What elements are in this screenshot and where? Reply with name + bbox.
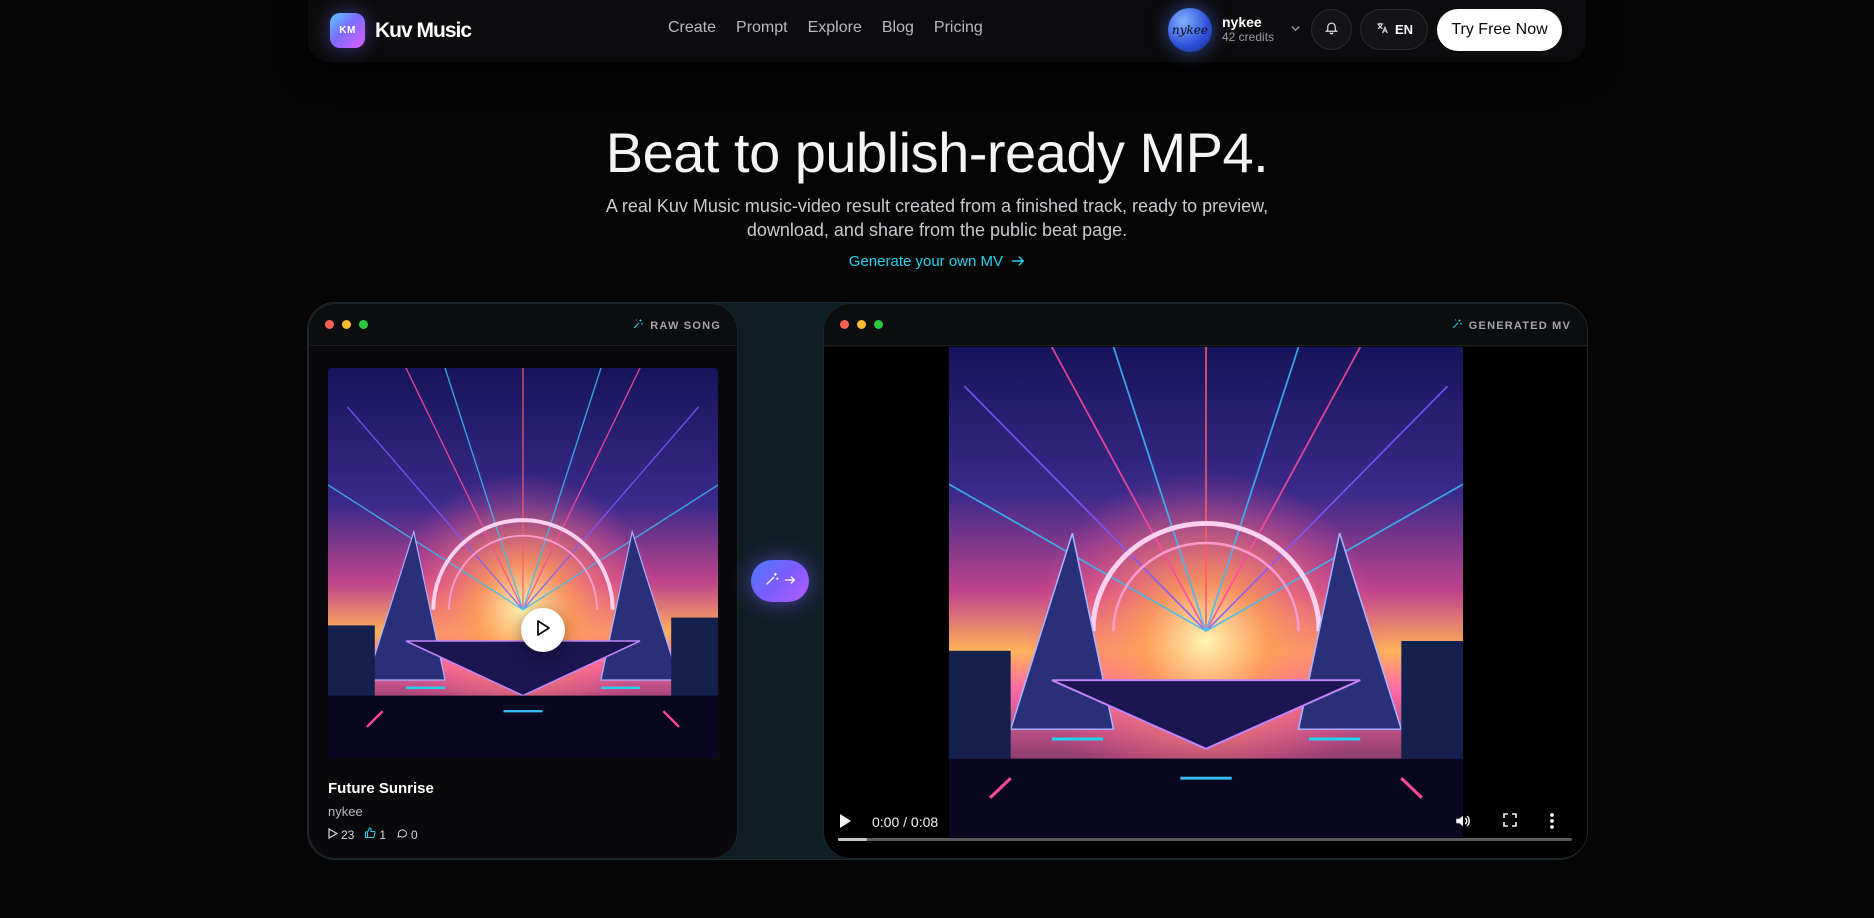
nav-link-blog[interactable]: Blog: [882, 19, 914, 37]
play-icon[interactable]: [838, 813, 852, 834]
raw-song-panel-header: RAW SONG: [309, 304, 737, 346]
language-label: EN: [1394, 22, 1414, 37]
comment-icon[interactable]: [396, 827, 408, 842]
hero-subtitle: A real Kuv Music music-video result crea…: [605, 196, 1269, 240]
video-frame[interactable]: [949, 347, 1463, 837]
thumbs-up-icon[interactable]: [364, 827, 376, 842]
sparkle-icon: [632, 318, 644, 333]
demo-stage: RAW SONG Future Sunrise nykee 23 1 0 GEN…: [307, 302, 1588, 860]
minimize-dot: [342, 320, 351, 329]
user-name: nykee: [1222, 14, 1262, 30]
main-nav: Create Prompt Explore Blog Pricing: [668, 19, 983, 37]
raw-song-tag: RAW SONG: [632, 318, 721, 333]
arrow-right-icon: [784, 572, 796, 590]
avatar[interactable]: nykee: [1168, 8, 1212, 52]
generate-mv-link[interactable]: Generate your own MV: [0, 253, 1874, 270]
bell-icon: [1324, 20, 1339, 40]
likes-stat[interactable]: 1: [364, 827, 386, 842]
maximize-dot: [874, 320, 883, 329]
generated-mv-tag-label: GENERATED MV: [1468, 319, 1571, 332]
song-cover-art[interactable]: [328, 368, 718, 758]
nav-link-explore[interactable]: Explore: [808, 19, 862, 37]
play-count: 23: [341, 827, 355, 842]
magic-wand-icon: [764, 571, 780, 592]
comments-stat[interactable]: 0: [396, 827, 418, 842]
hero-title: Beat to publish-ready MP4.: [605, 121, 1269, 184]
generated-mv-panel-header: GENERATED MV: [824, 304, 1587, 346]
song-stats: 23 1 0: [328, 827, 434, 842]
fullscreen-icon[interactable]: [1502, 812, 1518, 833]
nav-link-create[interactable]: Create: [668, 19, 716, 37]
language-button[interactable]: EN: [1360, 9, 1428, 50]
close-dot: [840, 320, 849, 329]
play-count-icon: [328, 827, 339, 842]
raw-song-tag-label: RAW SONG: [650, 319, 721, 332]
close-dot: [325, 320, 334, 329]
video-progress-fill: [838, 838, 868, 841]
song-info: Future Sunrise nykee 23 1 0: [328, 780, 434, 842]
translate-icon: [1375, 21, 1389, 38]
arrow-right-icon[interactable]: [1007, 253, 1025, 270]
video-progress-bar[interactable]: [838, 838, 1572, 841]
more-options-icon[interactable]: [1549, 812, 1555, 835]
like-count: 1: [379, 827, 387, 842]
top-navbar: KM Kuv Music Create Prompt Explore Blog …: [308, 0, 1586, 62]
notifications-button[interactable]: [1311, 9, 1352, 50]
play-song-button[interactable]: [521, 608, 565, 652]
window-dots: [840, 320, 883, 329]
plays-stat: 23: [328, 827, 355, 842]
user-credits: 42 credits: [1222, 30, 1275, 44]
video-controls: 0:00 / 0:08: [824, 804, 1587, 858]
play-icon: [535, 619, 551, 642]
minimize-dot: [857, 320, 866, 329]
comment-count: 0: [411, 827, 418, 842]
maximize-dot: [359, 320, 368, 329]
chevron-down-icon[interactable]: [1290, 23, 1301, 37]
generated-mv-panel: GENERATED MV 0:00 / 0:08: [823, 303, 1588, 859]
brand-logo[interactable]: KM: [330, 13, 365, 48]
window-dots: [325, 320, 368, 329]
try-free-button[interactable]: Try Free Now: [1437, 9, 1562, 51]
user-info: nykee 42 credits: [1222, 15, 1274, 45]
generated-mv-tag: GENERATED MV: [1451, 318, 1571, 333]
raw-song-panel: RAW SONG Future Sunrise nykee 23 1 0: [308, 303, 738, 859]
user-menu[interactable]: nykee nykee 42 credits: [1168, 8, 1301, 52]
sparkle-icon: [1451, 318, 1463, 333]
nav-link-prompt[interactable]: Prompt: [736, 19, 788, 37]
brand-name[interactable]: Kuv Music: [375, 19, 472, 43]
video-time: 0:00 / 0:08: [872, 814, 939, 830]
song-title[interactable]: Future Sunrise: [328, 780, 434, 797]
brand[interactable]: KM Kuv Music: [330, 13, 472, 48]
volume-icon[interactable]: [1454, 812, 1472, 835]
song-artist[interactable]: nykee: [328, 804, 434, 819]
convert-button[interactable]: [751, 560, 809, 602]
generate-mv-link-label[interactable]: Generate your own MV: [849, 253, 1003, 270]
nav-link-pricing[interactable]: Pricing: [934, 19, 983, 37]
